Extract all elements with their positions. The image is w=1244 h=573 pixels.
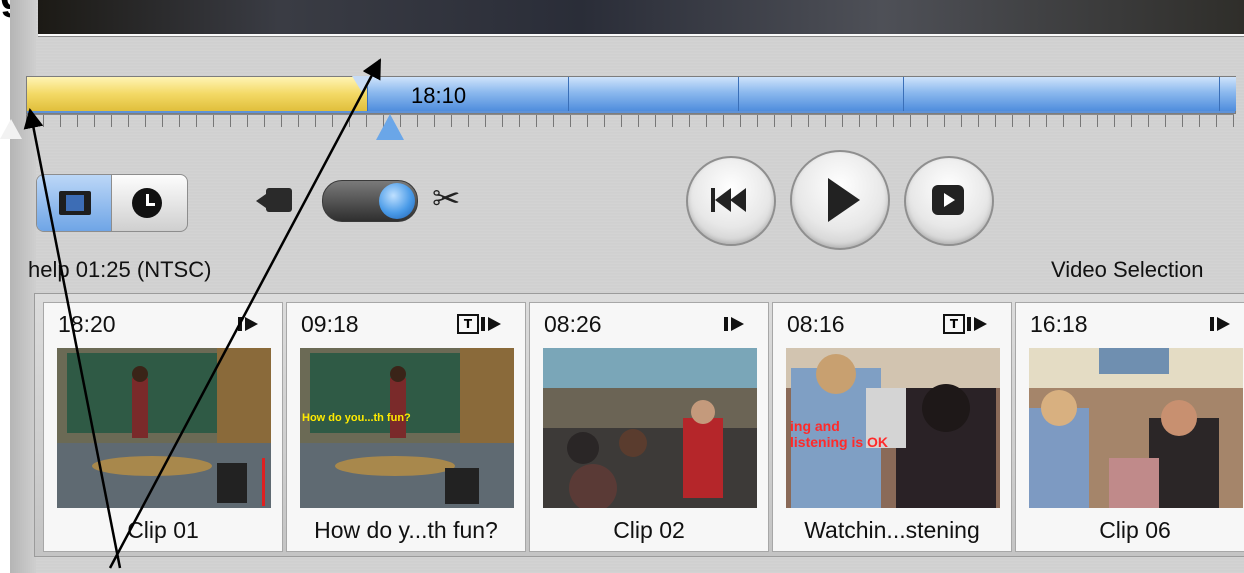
clip-name[interactable]: Watchin...stening <box>773 517 1011 544</box>
timeline-clip[interactable] <box>1219 77 1236 111</box>
film-icon <box>59 191 91 215</box>
thumbnail-title-overlay: How do you...th fun? <box>302 412 411 424</box>
clock-icon <box>132 188 162 218</box>
clip-thumbnail <box>57 348 271 508</box>
clip-card[interactable]: 09:18 T How do you...th fun? How do y...… <box>286 302 526 552</box>
scissors-icon: ✂ <box>432 179 461 219</box>
switch-knob[interactable] <box>379 183 415 219</box>
clip-card[interactable]: 16:18 Clip 06 <box>1015 302 1244 552</box>
clip-name[interactable]: How do y...th fun? <box>287 517 525 544</box>
timeline-clip[interactable] <box>367 77 568 111</box>
playhead-time: 18:10 <box>411 83 467 108</box>
clip-play-icon <box>238 317 266 331</box>
clip-duration: 16:18 <box>1030 311 1088 337</box>
play-fullscreen-button[interactable] <box>904 156 994 246</box>
rewind-button[interactable] <box>686 156 776 246</box>
title-icon: T <box>457 314 479 334</box>
timeline-scrubber[interactable]: 18:10 <box>26 76 1236 114</box>
timeline-clip[interactable] <box>568 77 738 111</box>
timeline-clip[interactable] <box>738 77 903 111</box>
view-toggle[interactable] <box>36 174 188 232</box>
camera-icon <box>256 188 292 212</box>
fullscreen-play-icon <box>932 185 964 215</box>
timeline-view-button[interactable] <box>112 175 187 231</box>
selection-status: Video Selection <box>1051 257 1204 282</box>
clip-duration: 18:20 <box>58 311 116 337</box>
clip-thumbnail: How do you...th fun? <box>300 348 514 508</box>
timeline-clip[interactable] <box>903 77 1219 111</box>
clip-thumbnail <box>1029 348 1243 508</box>
clip-duration: 08:26 <box>544 311 602 337</box>
play-button[interactable] <box>790 150 890 250</box>
clip-play-icon <box>481 317 509 331</box>
crop-start-marker[interactable] <box>0 119 22 139</box>
clip-thumbnail: ing and listening is OK <box>786 348 1000 508</box>
video-preview <box>38 0 1244 36</box>
clip-duration: 08:16 <box>787 311 845 337</box>
clip-card[interactable]: 18:20 Clip 01 <box>43 302 283 552</box>
playhead-top-marker[interactable] <box>352 76 374 94</box>
clip-thumbnail <box>543 348 757 508</box>
clip-play-icon <box>1210 317 1238 331</box>
timeline-selection <box>27 77 367 111</box>
title-icon: T <box>943 314 965 334</box>
clip-name[interactable]: Clip 01 <box>44 517 282 544</box>
project-status: help 01:25 (NTSC) <box>28 257 212 282</box>
clip-name[interactable]: Clip 02 <box>530 517 768 544</box>
clip-duration: 09:18 <box>301 311 359 337</box>
clip-play-icon <box>724 317 752 331</box>
thumbnail-title-overlay: ing and listening is OK <box>790 418 889 450</box>
timeline-ruler <box>26 114 1234 127</box>
clip-card[interactable]: 08:16 T ing and listening is OK Watchin.… <box>772 302 1012 552</box>
camera-edit-mode-switch[interactable] <box>322 180 418 222</box>
clip-name[interactable]: Clip 06 <box>1016 517 1244 544</box>
play-icon <box>828 178 860 222</box>
clip-play-icon <box>967 317 995 331</box>
playhead-handle[interactable] <box>376 114 404 140</box>
clip-card[interactable]: 08:26 Clip 02 <box>529 302 769 552</box>
clip-view-button[interactable] <box>37 175 112 231</box>
